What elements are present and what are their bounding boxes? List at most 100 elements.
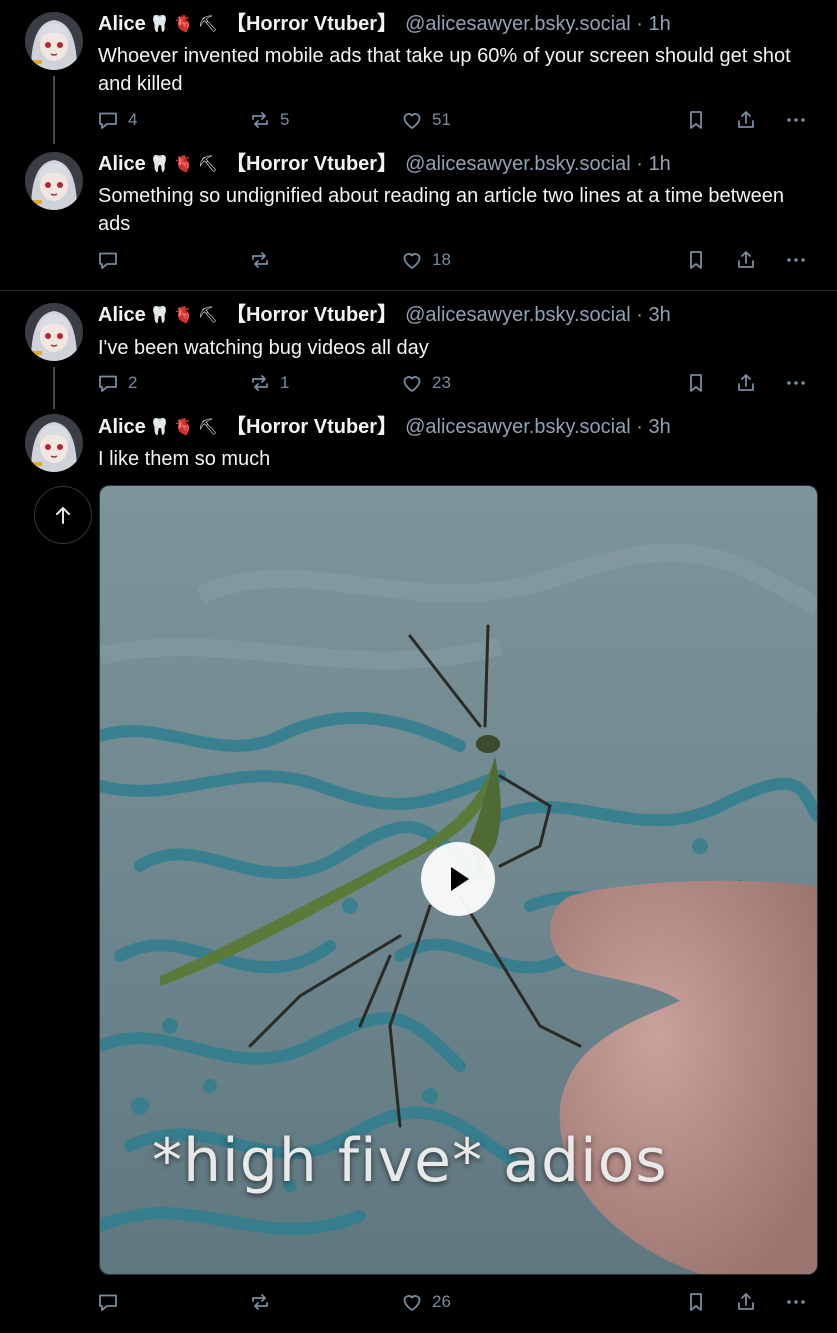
author-handle[interactable]: @alicesawyer.bsky.social — [405, 153, 631, 175]
post-text: I like them so much — [98, 448, 271, 470]
share-icon — [734, 1290, 758, 1314]
repost-icon — [248, 1290, 272, 1314]
post-text: Something so undignified about reading a… — [98, 185, 784, 235]
like-button[interactable]: 23 — [400, 370, 451, 396]
like-count: 23 — [432, 373, 451, 392]
heart-organ-emoji: 🫀 — [173, 156, 194, 173]
avatar[interactable] — [25, 12, 83, 70]
post-text: I've been watching bug videos all day — [98, 337, 429, 359]
pick-emoji: ⛏ — [197, 419, 218, 436]
share-button[interactable] — [734, 107, 758, 133]
repost-icon — [248, 371, 272, 395]
like-button[interactable]: 18 — [400, 247, 451, 273]
tooth-emoji: 🦷 — [149, 419, 170, 436]
more-options-button[interactable] — [784, 1289, 808, 1315]
repost-button[interactable] — [248, 1289, 280, 1315]
repost-count: 1 — [280, 373, 290, 392]
tooth-emoji: 🦷 — [149, 16, 170, 33]
heart-organ-emoji: 🫀 — [173, 16, 194, 33]
post-timestamp[interactable]: · 3h — [636, 304, 670, 326]
display-name[interactable]: Alice — [98, 153, 146, 175]
pick-emoji: ⛏ — [197, 156, 218, 173]
bookmark-button[interactable] — [684, 370, 708, 396]
repost-button[interactable]: 1 — [248, 370, 289, 396]
repost-count: 5 — [280, 110, 290, 129]
more-options-button[interactable] — [784, 247, 808, 273]
reply-button[interactable]: 2 — [96, 370, 137, 396]
display-name-tag: 【Horror Vtuber】 — [225, 304, 398, 326]
reply-icon — [96, 108, 120, 132]
post-actions: 26 — [96, 1289, 816, 1315]
reply-count: 2 — [128, 373, 138, 392]
post-text: Whoever invented mobile ads that take up… — [98, 45, 791, 95]
bookmark-icon — [684, 248, 708, 272]
repost-button[interactable] — [248, 247, 280, 273]
heart-icon — [400, 248, 424, 272]
video-player[interactable]: *high five* adios — [99, 485, 818, 1275]
share-button[interactable] — [734, 370, 758, 396]
reply-icon — [96, 371, 120, 395]
display-name-tag: 【Horror Vtuber】 — [225, 13, 398, 35]
like-count: 18 — [432, 250, 451, 269]
author-handle[interactable]: @alicesawyer.bsky.social — [405, 13, 631, 35]
reply-icon — [96, 1290, 120, 1314]
post-actions: 4 5 51 — [96, 107, 816, 133]
avatar[interactable] — [25, 152, 83, 210]
thread-line — [53, 367, 55, 409]
play-button[interactable] — [421, 842, 495, 916]
repost-button[interactable]: 5 — [248, 107, 289, 133]
post-timestamp[interactable]: · 3h — [636, 416, 670, 438]
display-name[interactable]: Alice — [98, 416, 146, 438]
reply-button[interactable] — [96, 247, 128, 273]
play-icon — [451, 867, 469, 891]
reply-button[interactable] — [96, 1289, 128, 1315]
bookmark-icon — [684, 1290, 708, 1314]
avatar[interactable] — [25, 414, 83, 472]
post-header: Alice 🦷 🫀 ⛏ 【Horror Vtuber】 @alicesawyer.bsky… — [98, 151, 671, 178]
reply-button[interactable]: 4 — [96, 107, 137, 133]
post-header: Alice 🦷 🫀 ⛏ 【Horror Vtuber】 @alicesawyer.bsky… — [98, 302, 671, 329]
more-icon — [784, 1290, 808, 1314]
like-count: 51 — [432, 110, 451, 129]
author-handle[interactable]: @alicesawyer.bsky.social — [405, 416, 631, 438]
reply-count: 4 — [128, 110, 138, 129]
more-icon — [784, 108, 808, 132]
post-actions: 18 — [96, 247, 816, 273]
post-header: Alice 🦷 🫀 ⛏ 【Horror Vtuber】 @alicesawyer.bsky… — [98, 11, 671, 38]
share-icon — [734, 371, 758, 395]
more-icon — [784, 248, 808, 272]
display-name-tag: 【Horror Vtuber】 — [225, 416, 398, 438]
pick-emoji: ⛏ — [197, 16, 218, 33]
bookmark-button[interactable] — [684, 107, 708, 133]
heart-organ-emoji: 🫀 — [173, 419, 194, 436]
bookmark-button[interactable] — [684, 247, 708, 273]
avatar[interactable] — [25, 303, 83, 361]
display-name-tag: 【Horror Vtuber】 — [225, 153, 398, 175]
bookmark-button[interactable] — [684, 1289, 708, 1315]
like-button[interactable]: 51 — [400, 107, 451, 133]
more-options-button[interactable] — [784, 370, 808, 396]
thread-line — [53, 76, 55, 144]
share-icon — [734, 108, 758, 132]
author-handle[interactable]: @alicesawyer.bsky.social — [405, 304, 631, 326]
share-icon — [734, 248, 758, 272]
scroll-to-top-button[interactable] — [34, 486, 92, 544]
post-timestamp[interactable]: · 1h — [636, 13, 670, 35]
more-options-button[interactable] — [784, 107, 808, 133]
post-header: Alice 🦷 🫀 ⛏ 【Horror Vtuber】 @alicesawyer.bsky… — [98, 414, 671, 441]
heart-icon — [400, 108, 424, 132]
video-caption: *high five* adios — [152, 1126, 668, 1196]
share-button[interactable] — [734, 247, 758, 273]
heart-icon — [400, 1290, 424, 1314]
like-count: 26 — [432, 1292, 451, 1311]
post-timestamp[interactable]: · 1h — [636, 153, 670, 175]
display-name[interactable]: Alice — [98, 13, 146, 35]
post-actions: 2 1 23 — [96, 370, 816, 396]
share-button[interactable] — [734, 1289, 758, 1315]
like-button[interactable]: 26 — [400, 1289, 451, 1315]
arrow-up-icon — [56, 507, 70, 524]
thread-divider — [0, 290, 837, 291]
repost-icon — [248, 108, 272, 132]
repost-icon — [248, 248, 272, 272]
display-name[interactable]: Alice — [98, 304, 146, 326]
